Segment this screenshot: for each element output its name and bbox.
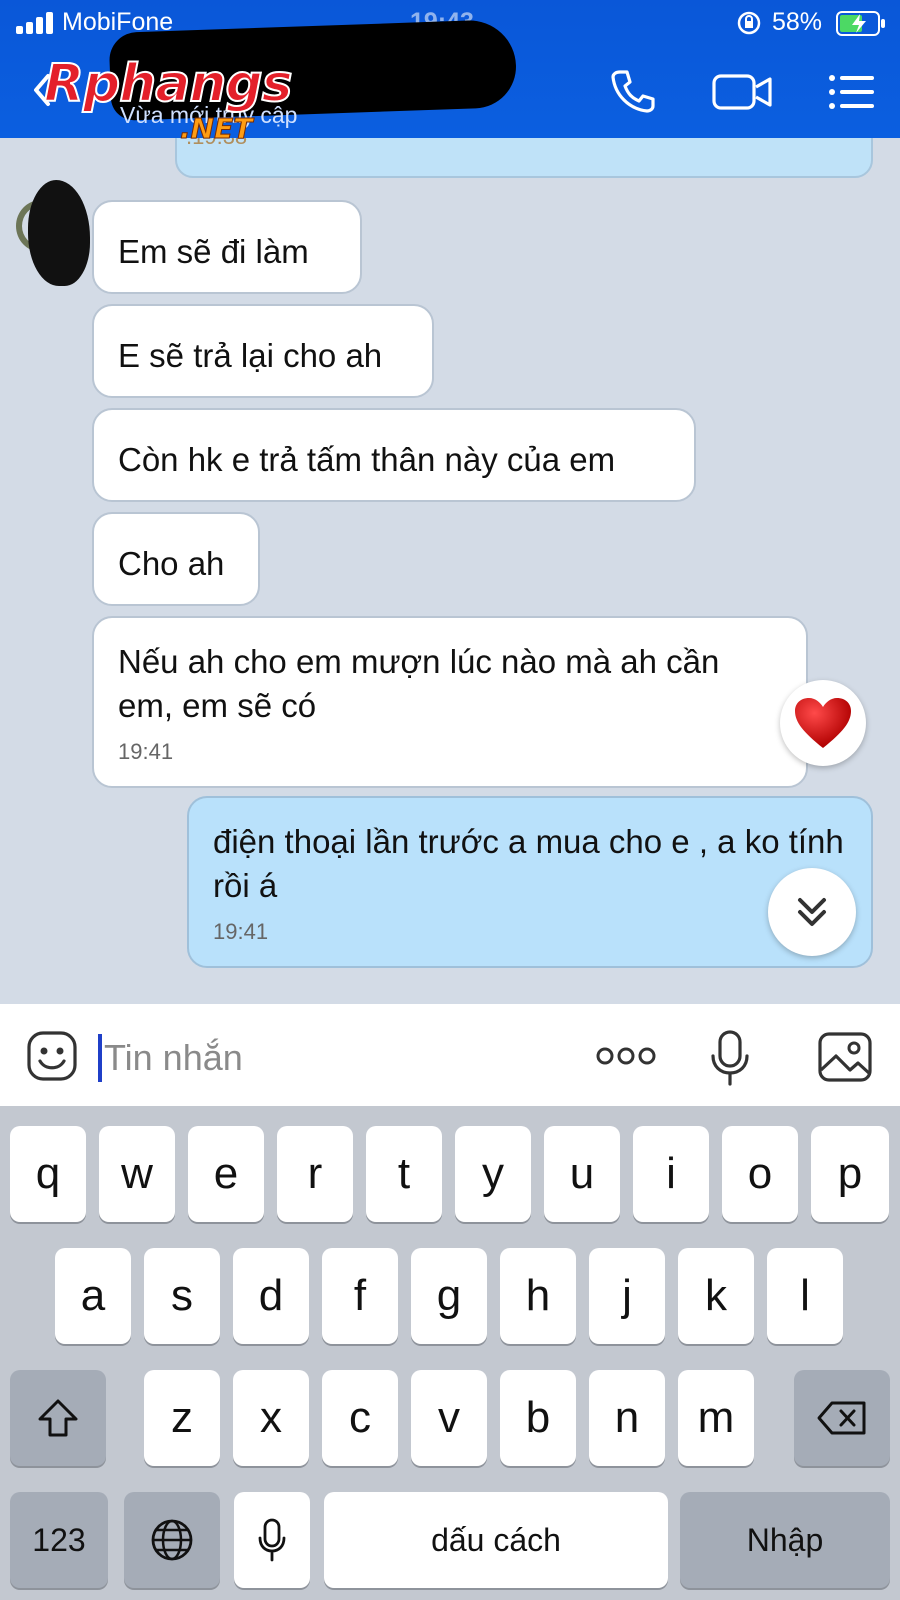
key-d[interactable]: d [233, 1248, 309, 1344]
shift-key[interactable] [10, 1370, 106, 1466]
my-message-bubble[interactable]: điện thoại lần trước a mua cho e , a ko … [187, 796, 873, 968]
key-b[interactable]: b [500, 1370, 576, 1466]
logo-text: Rphangs [43, 53, 294, 115]
message-bubble[interactable]: Em sẽ đi làm [92, 200, 362, 294]
logo-subtext: .NET [179, 112, 253, 146]
message-bubble[interactable]: Cho ah [92, 512, 260, 606]
key-k[interactable]: k [678, 1248, 754, 1344]
key-f[interactable]: f [322, 1248, 398, 1344]
message-composer [0, 1004, 900, 1106]
key-y[interactable]: y [455, 1126, 531, 1222]
numbers-key[interactable]: 123 [10, 1492, 108, 1588]
message-bubble[interactable]: Còn hk e trả tấm thân này của em [92, 408, 696, 502]
phone-call-icon[interactable] [608, 66, 658, 116]
more-options-icon[interactable] [596, 1044, 656, 1068]
dictation-key[interactable] [234, 1492, 310, 1588]
battery-charging-icon [836, 11, 885, 36]
text-cursor [98, 1034, 102, 1082]
message-text: Nếu ah cho em mượn lúc nào mà ah cần em,… [118, 643, 720, 724]
key-h[interactable]: h [500, 1248, 576, 1344]
rotation-lock-icon [737, 11, 761, 35]
key-r[interactable]: r [277, 1126, 353, 1222]
key-m[interactable]: m [678, 1370, 754, 1466]
key-n[interactable]: n [589, 1370, 665, 1466]
message-list[interactable]: .19:38 Em sẽ đi làm E sẽ trả lại cho ah … [0, 138, 900, 1004]
message-text: Cho ah [118, 545, 225, 582]
key-e[interactable]: e [188, 1126, 264, 1222]
key-a[interactable]: a [55, 1248, 131, 1344]
key-t[interactable]: t [366, 1126, 442, 1222]
key-c[interactable]: c [322, 1370, 398, 1466]
sticker-emoji-icon[interactable] [26, 1030, 78, 1082]
backspace-icon [817, 1401, 866, 1435]
key-o[interactable]: o [722, 1126, 798, 1222]
key-u[interactable]: u [544, 1126, 620, 1222]
key-g[interactable]: g [411, 1248, 487, 1344]
scroll-to-bottom-button[interactable] [768, 868, 856, 956]
backspace-key[interactable] [794, 1370, 890, 1466]
menu-list-icon[interactable] [828, 72, 876, 112]
shift-arrow-icon [38, 1399, 78, 1437]
message-text: Còn hk e trả tấm thân này của em [118, 441, 616, 478]
key-l[interactable]: l [767, 1248, 843, 1344]
key-s[interactable]: s [144, 1248, 220, 1344]
space-key[interactable]: dấu cách [324, 1492, 668, 1588]
battery-percent: 58% [772, 8, 823, 36]
signal-icon [16, 12, 56, 34]
key-v[interactable]: v [411, 1370, 487, 1466]
microphone-icon [258, 1518, 286, 1562]
video-call-icon[interactable] [712, 70, 774, 114]
heart-reaction[interactable] [780, 680, 866, 766]
enter-key[interactable]: Nhập [680, 1492, 890, 1588]
key-p[interactable]: p [811, 1126, 889, 1222]
key-q[interactable]: q [10, 1126, 86, 1222]
watermark-logo: Rphangs .NET [43, 53, 334, 158]
virtual-keyboard: q w e r t y u i o p a s d f g h j k l z … [0, 1106, 900, 1600]
image-picker-icon[interactable] [818, 1032, 872, 1082]
chat-header: MobiFone 19:43 58% Vừa mới truy cập Rpha… [0, 0, 900, 146]
key-i[interactable]: i [633, 1126, 709, 1222]
message-text: Em sẽ đi làm [118, 233, 309, 270]
key-x[interactable]: x [233, 1370, 309, 1466]
message-time: 19:41 [118, 739, 174, 764]
double-chevron-down-icon [798, 898, 826, 926]
globe-key[interactable] [124, 1492, 220, 1588]
message-text: E sẽ trả lại cho ah [118, 337, 383, 374]
key-w[interactable]: w [99, 1126, 175, 1222]
key-j[interactable]: j [589, 1248, 665, 1344]
heart-icon [795, 698, 851, 748]
globe-icon [151, 1519, 193, 1561]
message-bubble[interactable]: E sẽ trả lại cho ah [92, 304, 434, 398]
key-z[interactable]: z [144, 1370, 220, 1466]
message-time: 19:41 [213, 919, 269, 944]
message-bubble[interactable]: Nếu ah cho em mượn lúc nào mà ah cần em,… [92, 616, 808, 788]
voice-record-icon[interactable] [710, 1030, 750, 1086]
avatar[interactable] [14, 174, 94, 290]
message-input[interactable] [104, 1032, 544, 1084]
message-text: điện thoại lần trước a mua cho e , a ko … [213, 823, 844, 904]
